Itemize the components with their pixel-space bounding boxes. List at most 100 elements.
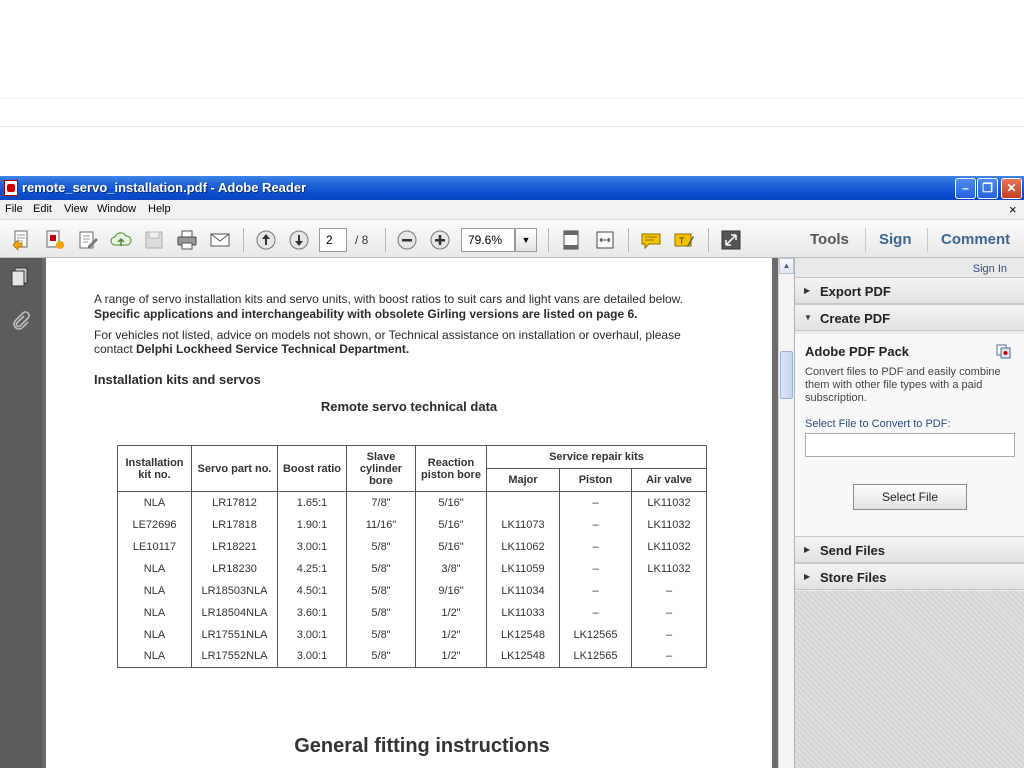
pdf-pack-icon[interactable] — [44, 229, 66, 251]
cell-major-kit: LK12548 — [486, 623, 560, 646]
save-icon[interactable] — [143, 229, 165, 251]
desktop-divider — [0, 126, 1024, 127]
title-bar[interactable]: remote_servo_installation.pdf - Adobe Re… — [0, 176, 1024, 200]
attachments-icon[interactable] — [9, 310, 31, 332]
toolbar-separator — [628, 228, 629, 252]
panel-create-pdf-label: Create PDF — [820, 311, 891, 326]
cell-reaction-bore: 5/16" — [415, 513, 487, 536]
cell-slave-bore: 11/16" — [346, 513, 416, 536]
file-path-input[interactable] — [805, 433, 1015, 457]
zoom-out-icon[interactable] — [396, 229, 418, 251]
cell-slave-bore: 5/8" — [346, 535, 416, 558]
menu-view[interactable]: View — [64, 203, 88, 215]
create-pdf-icon[interactable] — [11, 229, 33, 251]
menu-file[interactable]: File — [5, 203, 23, 215]
cell-piston-kit: – — [559, 491, 632, 514]
cell-installation-kit: LE10117 — [117, 535, 192, 558]
zoom-level-input[interactable]: 79.6% — [461, 228, 515, 252]
cell-boost-ratio: 1.90:1 — [277, 513, 347, 536]
col-header-servo-part: Servo part no. — [191, 445, 278, 492]
panel-store-files[interactable]: ▶ Store Files — [795, 563, 1024, 590]
select-file-button[interactable]: Select File — [853, 484, 967, 510]
menu-help[interactable]: Help — [148, 203, 171, 215]
col-header-reaction-bore: Reaction piston bore — [415, 445, 487, 492]
servo-data-table: Installation kit no. Servo part no. Boos… — [117, 445, 707, 668]
navigation-pane — [0, 258, 42, 768]
panel-create-pdf[interactable]: ▼ Create PDF — [795, 304, 1024, 331]
edit-document-icon[interactable] — [77, 229, 99, 251]
zoom-dropdown-button[interactable]: ▼ — [515, 228, 537, 252]
panel-store-files-label: Store Files — [820, 570, 887, 585]
cell-reaction-bore: 9/16" — [415, 579, 487, 602]
table-row: NLA LR17812 1.65:1 7/8" 5/16" – LK11032 — [117, 491, 707, 514]
cell-boost-ratio: 3.00:1 — [277, 623, 347, 646]
desktop-divider — [0, 98, 1024, 99]
page-number-input[interactable]: 2 — [319, 228, 347, 252]
panel-send-files[interactable]: ▶ Send Files — [795, 536, 1024, 563]
menu-window[interactable]: Window — [97, 203, 136, 215]
section-heading: Installation kits and servos — [94, 372, 261, 387]
col-header-piston: Piston — [559, 468, 632, 492]
toolbar-separator — [927, 228, 928, 252]
comment-note-icon[interactable] — [640, 229, 662, 251]
zoom-in-icon[interactable] — [429, 229, 451, 251]
minimize-button[interactable]: – — [955, 178, 976, 199]
cell-boost-ratio: 4.50:1 — [277, 579, 347, 602]
menu-bar: File Edit View Window Help × — [0, 200, 1024, 220]
table-body: NLA LR17812 1.65:1 7/8" 5/16" – LK11032 LE72696… — [117, 491, 707, 668]
cell-air-valve-kit: – — [631, 645, 707, 668]
cell-servo-part: LR17812 — [191, 491, 278, 514]
upload-cloud-icon[interactable] — [110, 229, 132, 251]
cell-boost-ratio: 4.25:1 — [277, 557, 347, 580]
menu-edit[interactable]: Edit — [33, 203, 52, 215]
toolbar-separator — [865, 228, 866, 252]
cell-servo-part: LR17552NLA — [191, 645, 278, 668]
close-document-icon[interactable]: × — [1009, 202, 1017, 217]
svg-text:T: T — [679, 236, 685, 246]
cell-piston-kit: LK12565 — [559, 645, 632, 668]
fit-width-icon[interactable] — [594, 229, 616, 251]
cell-boost-ratio: 1.65:1 — [277, 491, 347, 514]
document-viewport[interactable]: A range of servo installation kits and s… — [42, 258, 778, 768]
print-icon[interactable] — [176, 229, 198, 251]
panel-export-pdf-label: Export PDF — [820, 284, 891, 299]
empty-pane-area — [795, 591, 1024, 768]
window-title: remote_servo_installation.pdf - Adobe Re… — [22, 180, 307, 195]
cell-servo-part: LR17551NLA — [191, 623, 278, 646]
tools-pane-link[interactable]: Tools — [810, 231, 849, 248]
sign-in-link[interactable]: Sign In — [973, 263, 1007, 275]
cell-boost-ratio: 3.00:1 — [277, 645, 347, 668]
toolbar-separator — [243, 228, 244, 252]
cell-servo-part: LR18221 — [191, 535, 278, 558]
email-icon[interactable] — [209, 229, 231, 251]
fit-page-icon[interactable] — [560, 229, 582, 251]
cell-reaction-bore: 3/8" — [415, 557, 487, 580]
cell-slave-bore: 5/8" — [346, 623, 416, 646]
restore-button[interactable]: ❐ — [977, 178, 998, 199]
pdf-pack-title: Adobe PDF Pack — [805, 344, 910, 359]
highlight-text-icon[interactable]: T — [673, 229, 695, 251]
col-header-air-valve: Air valve — [631, 468, 707, 492]
close-window-button[interactable]: ✕ — [1001, 178, 1022, 199]
cell-major-kit: LK11062 — [486, 535, 560, 558]
scroll-thumb[interactable] — [780, 351, 793, 399]
cell-major-kit: LK12548 — [486, 645, 560, 668]
fullscreen-icon[interactable] — [720, 229, 742, 251]
page-thumbnails-icon[interactable] — [9, 266, 31, 288]
table-row: NLA LR17552NLA 3.00:1 5/8" 1/2" LK12548 LK1256… — [117, 645, 707, 668]
panel-export-pdf[interactable]: ▶ Export PDF — [795, 277, 1024, 304]
desktop-background — [0, 0, 1024, 176]
previous-page-icon[interactable] — [255, 229, 277, 251]
cell-reaction-bore: 1/2" — [415, 601, 487, 624]
vertical-scrollbar[interactable]: ▲ — [778, 258, 794, 768]
sign-pane-link[interactable]: Sign — [879, 231, 912, 248]
scroll-up-button[interactable]: ▲ — [779, 258, 794, 274]
pdf-pack-info-icon[interactable] — [996, 344, 1011, 359]
table-row: NLA LR17551NLA 3.00:1 5/8" 1/2" LK12548 LK1256… — [117, 623, 707, 646]
next-page-icon[interactable] — [288, 229, 310, 251]
cell-installation-kit: NLA — [117, 601, 192, 624]
tools-task-pane: Sign In ▶ Export PDF ▼ Create PDF Adobe … — [794, 258, 1024, 768]
contact-department: Delphi Lockheed Service Technical Depart… — [136, 342, 410, 356]
col-header-major: Major — [486, 468, 560, 492]
comment-pane-link[interactable]: Comment — [941, 231, 1010, 248]
